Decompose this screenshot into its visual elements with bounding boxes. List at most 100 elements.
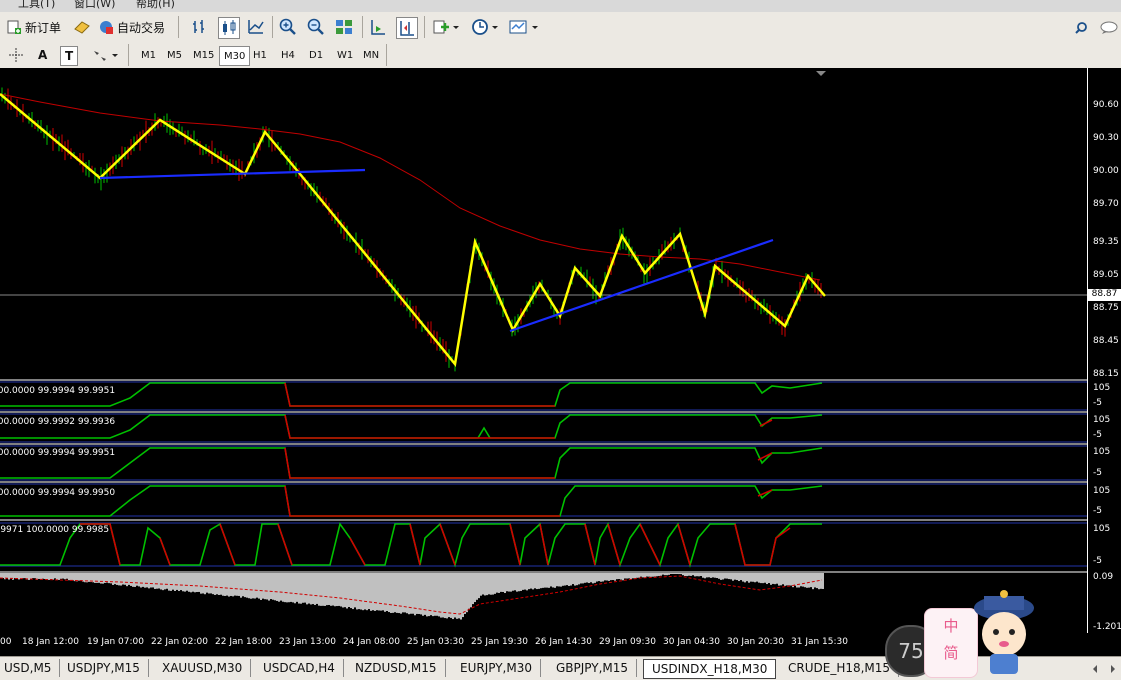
- macd-bar: [214, 573, 216, 595]
- indicators-icon[interactable]: [432, 17, 452, 37]
- macd-bar: [204, 573, 206, 595]
- timeframe-mn[interactable]: MN: [359, 46, 383, 64]
- arrows-tool-icon[interactable]: [90, 45, 110, 65]
- macd-bar: [382, 573, 384, 611]
- tab-usdindx-m30[interactable]: USDINDX_H18,M30: [643, 659, 777, 679]
- macd-bar: [618, 573, 620, 580]
- macd-bar: [554, 573, 556, 588]
- timeframe-m1[interactable]: M1: [137, 46, 160, 64]
- auto-scroll-icon[interactable]: [368, 17, 388, 37]
- timeframe-h4[interactable]: H4: [277, 46, 299, 64]
- auto-trade-button[interactable]: 自动交易: [98, 15, 165, 39]
- chart-window[interactable]: 90.60 90.30 90.00 89.70 89.35 89.05 88.7…: [0, 68, 1121, 633]
- macd-bar: [182, 573, 184, 592]
- menu-window[interactable]: 窗口(W): [74, 0, 115, 11]
- macd-bar: [566, 573, 568, 586]
- bar-chart-icon[interactable]: [190, 17, 210, 37]
- macd-bar: [684, 573, 686, 577]
- macd-bar: [224, 573, 226, 596]
- macd-bar: [520, 573, 522, 591]
- macd-bar: [394, 573, 396, 613]
- templates-icon[interactable]: [508, 17, 528, 37]
- macd-bar: [712, 573, 714, 578]
- macd-bar: [716, 573, 718, 579]
- macd-bar: [176, 573, 178, 590]
- timeframe-h1[interactable]: H1: [249, 46, 271, 64]
- market-watch-icon[interactable]: [72, 17, 92, 37]
- tab-scroll-right-icon[interactable]: [1108, 661, 1118, 675]
- zoom-in-icon[interactable]: [278, 17, 298, 37]
- macd-bar: [568, 573, 570, 586]
- text-tool-button[interactable]: A: [34, 46, 51, 64]
- macd-bar: [408, 573, 410, 615]
- chart-shift-icon[interactable]: [396, 17, 418, 39]
- tab-scroll-left-icon[interactable]: [1090, 661, 1100, 675]
- macd-bar: [776, 573, 778, 584]
- macd-bar: [66, 573, 68, 579]
- macd-bar: [770, 573, 772, 585]
- macd-bar: [702, 573, 704, 578]
- macd-bar: [666, 573, 668, 576]
- macd-bar: [368, 573, 370, 610]
- tile-windows-icon[interactable]: [334, 17, 354, 37]
- macd-bar: [388, 573, 390, 613]
- periods-clock-icon[interactable]: [470, 17, 490, 37]
- new-order-button[interactable]: 新订单: [6, 15, 61, 39]
- macd-bar: [48, 573, 50, 580]
- macd-bar: [236, 573, 238, 596]
- timeframe-m30[interactable]: M30: [219, 46, 251, 66]
- macd-bar: [326, 573, 328, 606]
- macd-bar: [552, 573, 554, 588]
- tab-xauusd-m30[interactable]: XAUUSD,M30: [154, 659, 252, 677]
- price-axis[interactable]: 90.60 90.30 90.00 89.70 89.35 89.05 88.7…: [1087, 68, 1121, 633]
- macd-bar: [386, 573, 388, 611]
- macd-bar: [136, 573, 138, 586]
- crosshair-icon[interactable]: [6, 45, 26, 65]
- macd-bar: [322, 573, 324, 606]
- macd-bar: [194, 573, 196, 593]
- periods-dropdown-icon[interactable]: [491, 17, 499, 37]
- chat-icon[interactable]: [1100, 20, 1118, 34]
- candlestick-icon[interactable]: [218, 17, 240, 39]
- chart-canvas[interactable]: [0, 68, 1087, 633]
- tab-eurjpy-m30[interactable]: EURJPY,M30: [452, 659, 541, 677]
- tab-gbpjpy-m15[interactable]: GBPJPY,M15: [548, 659, 638, 677]
- indicator-5-axis-bottom: -5: [1093, 556, 1102, 566]
- macd-bar: [462, 573, 464, 618]
- timeframe-m15[interactable]: M15: [189, 46, 218, 64]
- search-icon[interactable]: [1074, 20, 1088, 34]
- macd-bar: [600, 573, 602, 582]
- tab-crude-m15[interactable]: CRUDE_H18,M15: [780, 659, 900, 677]
- macd-bar: [276, 573, 278, 601]
- mascot-icon: [968, 590, 1040, 676]
- indicator-4-values: 100.0000 99.9994 99.9950: [0, 488, 116, 498]
- macd-bar: [312, 573, 314, 605]
- macd-bar: [488, 573, 490, 595]
- menu-help[interactable]: 帮助(H): [136, 0, 175, 11]
- macd-bar: [802, 573, 804, 587]
- timeframe-w1[interactable]: W1: [333, 46, 357, 64]
- tab-nzdusd-m15[interactable]: NZDUSD,M15: [347, 659, 446, 677]
- macd-bar: [274, 573, 276, 601]
- templates-dropdown-icon[interactable]: [531, 17, 539, 37]
- timeframe-m5[interactable]: M5: [163, 46, 186, 64]
- time-tick: 22 Jan 18:00: [215, 637, 272, 647]
- zoom-out-icon[interactable]: [306, 17, 326, 37]
- line-chart-icon[interactable]: [246, 17, 266, 37]
- macd-bar: [68, 573, 70, 581]
- macd-bar: [790, 573, 792, 586]
- macd-bar: [476, 573, 478, 600]
- tab-usdjpy-m15[interactable]: USDJPY,M15: [59, 659, 149, 677]
- macd-bar: [616, 573, 618, 580]
- tab-usdcad-h4[interactable]: USDCAD,H4: [255, 659, 344, 677]
- label-tool-button[interactable]: T: [60, 46, 79, 66]
- macd-bar: [640, 573, 642, 577]
- menu-tools[interactable]: 工具(T): [18, 0, 55, 11]
- indicators-dropdown-icon[interactable]: [452, 17, 460, 37]
- auto-trade-icon: [100, 21, 113, 34]
- macd-bar: [534, 573, 536, 589]
- timeframe-d1[interactable]: D1: [305, 46, 327, 64]
- tab-usd-m5[interactable]: USD,M5: [0, 659, 61, 677]
- macd-bar: [796, 573, 798, 588]
- arrows-dropdown-icon[interactable]: [111, 45, 119, 65]
